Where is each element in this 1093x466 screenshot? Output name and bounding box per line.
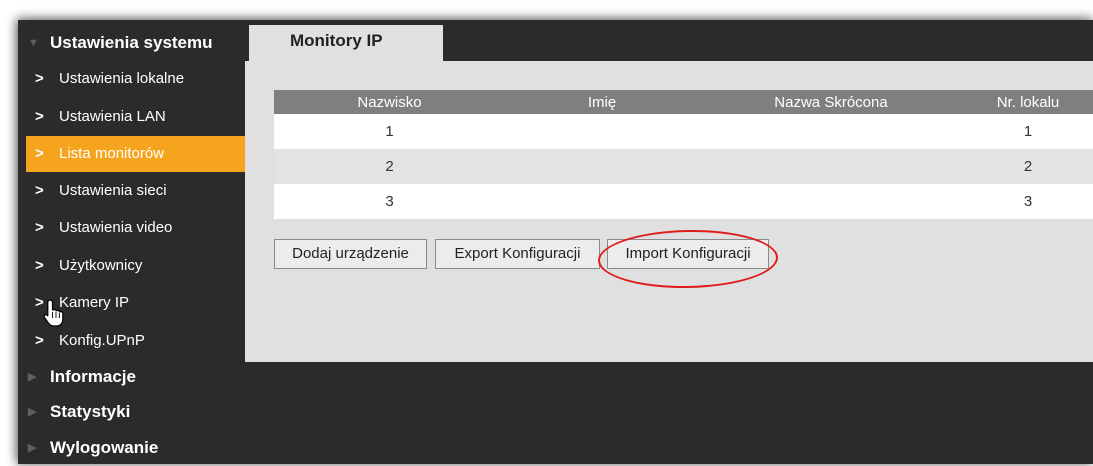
sidebar-item-label: Kamery IP	[59, 294, 130, 311]
column-header: Nr. lokalu	[963, 90, 1093, 114]
chevron-right-icon: >	[35, 182, 44, 199]
chevron-right-icon: >	[35, 108, 44, 125]
sidebar-section-label: Statystyki	[50, 402, 131, 421]
table-cell	[699, 184, 963, 219]
table-cell: 3	[963, 184, 1093, 219]
chevron-right-icon: >	[35, 332, 44, 349]
table-header-row: Nazwisko Imię Nazwa Skrócona Nr. lokalu	[274, 90, 1093, 114]
sidebar-item-label: Ustawienia lokalne	[59, 70, 185, 87]
table-row[interactable]: 3 3	[274, 184, 1093, 219]
chevron-right-icon: >	[35, 70, 44, 87]
table-cell	[505, 149, 699, 184]
chevron-right-icon: >	[35, 219, 44, 236]
triangle-right-icon: ▶	[28, 442, 37, 454]
content-panel: Nazwisko Imię Nazwa Skrócona Nr. lokalu …	[245, 61, 1093, 362]
table-cell: 1	[274, 114, 505, 149]
sidebar-item-label: Lista monitorów	[59, 145, 165, 162]
sidebar-item-label: Ustawienia video	[59, 219, 173, 236]
sidebar-section-label: Informacje	[50, 367, 136, 386]
hand-cursor-icon	[43, 299, 64, 327]
sidebar-item-label: Konfig.UPnP	[59, 332, 145, 349]
column-header: Imię	[505, 90, 699, 114]
table-cell	[505, 184, 699, 219]
column-header: Nazwisko	[274, 90, 505, 114]
sidebar-item-network-settings[interactable]: > Ustawienia sieci	[26, 173, 245, 209]
sidebar-item-label: Użytkownicy	[59, 257, 143, 274]
sidebar-section-label: Ustawienia systemu	[50, 33, 213, 52]
table-row[interactable]: 2 2	[274, 149, 1093, 184]
chevron-right-icon: >	[35, 145, 44, 162]
sidebar-item-users[interactable]: > Użytkownicy	[26, 248, 245, 284]
triangle-right-icon: ▶	[28, 406, 37, 418]
sidebar-item-label: Ustawienia sieci	[59, 182, 167, 199]
table-cell: 1	[963, 114, 1093, 149]
sidebar-item-monitor-list[interactable]: > Lista monitorów	[26, 136, 245, 172]
column-header: Nazwa Skrócona	[699, 90, 963, 114]
table-cell	[699, 114, 963, 149]
sidebar-item-video-settings[interactable]: > Ustawienia video	[26, 210, 245, 246]
sidebar-section-stats[interactable]: ▶ Statystyki	[18, 394, 245, 430]
table-cell: 3	[274, 184, 505, 219]
sidebar: ▼ Ustawienia systemu > Ustawienia lokaln…	[18, 20, 245, 464]
table-cell	[505, 114, 699, 149]
sidebar-item-upnp-config[interactable]: > Konfig.UPnP	[26, 323, 245, 359]
app-window: ▼ Ustawienia systemu > Ustawienia lokaln…	[18, 20, 1093, 464]
sidebar-section-info[interactable]: ▶ Informacje	[18, 359, 245, 395]
tab-ip-monitors[interactable]: Monitory IP	[249, 25, 443, 61]
tab-bar: Monitory IP	[245, 20, 1093, 61]
table-row[interactable]: 1 1	[274, 114, 1093, 149]
triangle-down-icon: ▼	[28, 37, 39, 49]
export-config-button[interactable]: Export Konfiguracji	[435, 239, 600, 269]
sidebar-item-lan-settings[interactable]: > Ustawienia LAN	[26, 99, 245, 135]
table-cell: 2	[274, 149, 505, 184]
triangle-right-icon: ▶	[28, 371, 37, 383]
table-cell: 2	[963, 149, 1093, 184]
sidebar-item-local-settings[interactable]: > Ustawienia lokalne	[26, 61, 245, 97]
table-cell	[699, 149, 963, 184]
monitor-table: Nazwisko Imię Nazwa Skrócona Nr. lokalu …	[274, 90, 1093, 219]
add-device-button[interactable]: Dodaj urządzenie	[274, 239, 427, 269]
sidebar-section-system[interactable]: ▼ Ustawienia systemu	[18, 25, 245, 61]
sidebar-section-label: Wylogowanie	[50, 438, 159, 457]
sidebar-section-logout[interactable]: ▶ Wylogowanie	[18, 430, 245, 466]
sidebar-item-label: Ustawienia LAN	[59, 108, 166, 125]
chevron-right-icon: >	[35, 257, 44, 274]
